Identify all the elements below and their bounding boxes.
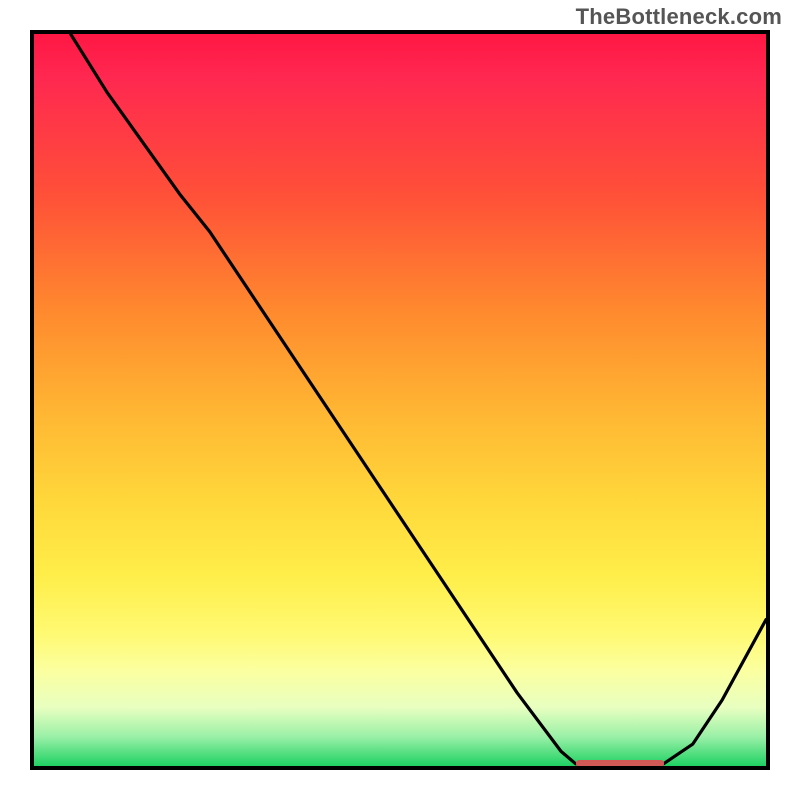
trough-marker — [576, 760, 664, 767]
chart-plot-area — [30, 30, 770, 770]
curve-path — [71, 34, 766, 766]
watermark-text: TheBottleneck.com — [576, 4, 782, 30]
chart-curve — [34, 34, 766, 766]
